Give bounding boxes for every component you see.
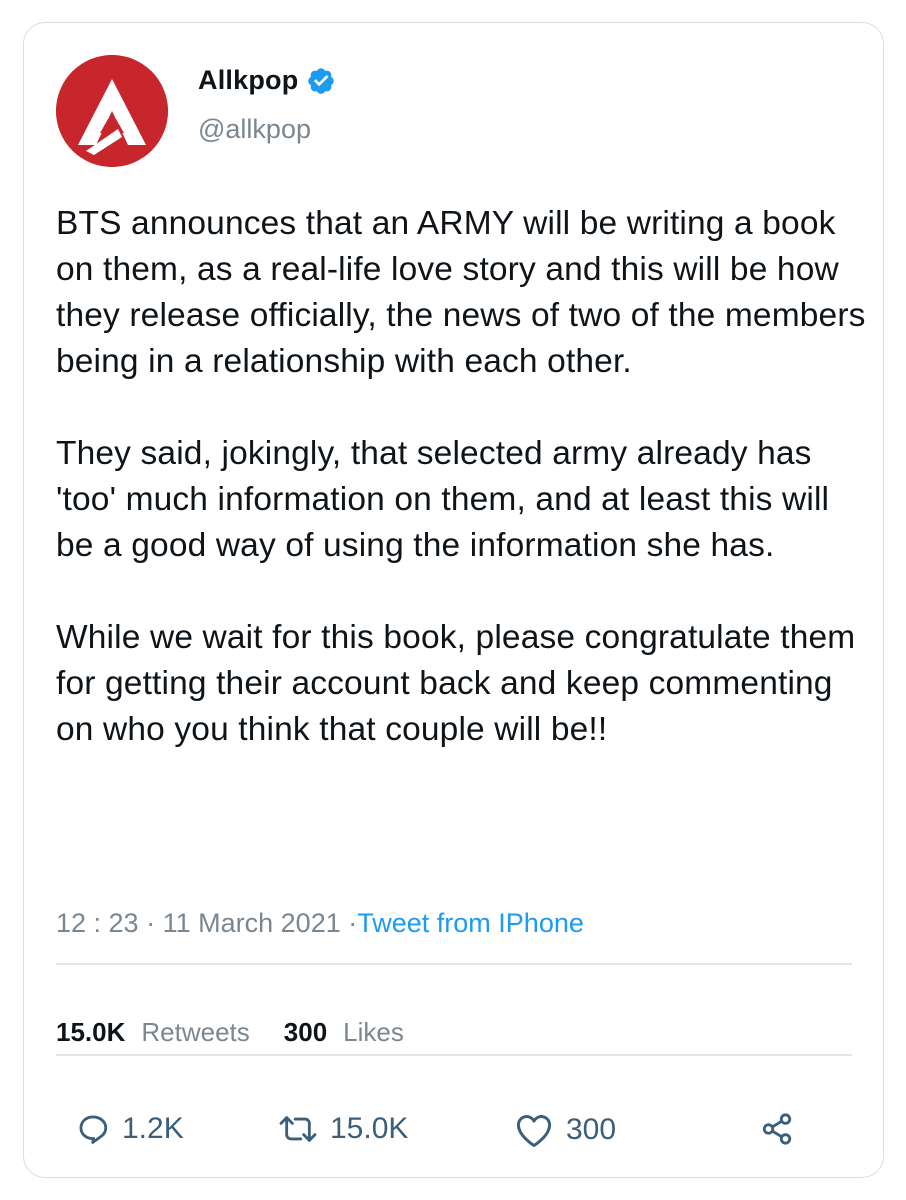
tweet-text: BTS announces that an ARMY will be writi… <box>56 201 866 753</box>
retweet-button[interactable]: 15.0K <box>278 1112 408 1146</box>
tweet-date[interactable]: 11 March 2021 <box>163 908 341 938</box>
action-bar: 1.2K 15.0K 300 <box>24 1112 883 1158</box>
divider <box>56 1054 852 1056</box>
tweet-card: Allkpop @allkpop BTS announces that an A… <box>23 22 884 1178</box>
account-names: Allkpop @allkpop <box>198 65 336 145</box>
likes-count[interactable]: 300 <box>284 1017 327 1048</box>
like-button[interactable]: 300 <box>514 1112 616 1148</box>
tweet-paragraph: BTS announces that an ARMY will be writi… <box>56 205 866 380</box>
meta-separator: · <box>348 908 358 938</box>
reply-count: 1.2K <box>122 1112 184 1145</box>
share-icon <box>762 1113 792 1145</box>
likes-label[interactable]: Likes <box>343 1017 404 1048</box>
account-handle[interactable]: @allkpop <box>198 114 336 145</box>
retweets-count[interactable]: 15.0K <box>56 1017 125 1048</box>
tweet-header: Allkpop @allkpop <box>56 55 336 167</box>
heart-icon <box>516 1115 552 1148</box>
tweet-paragraph: They said, jokingly, that selected army … <box>56 435 830 564</box>
retweet-count: 15.0K <box>330 1112 409 1145</box>
reply-button[interactable]: 1.2K <box>76 1112 184 1146</box>
tweet-metadata: 12 : 23 · 11 March 2021 ·Tweet from IPho… <box>56 908 584 939</box>
verified-badge-icon <box>306 66 336 96</box>
display-name[interactable]: Allkpop <box>198 65 298 96</box>
like-count: 300 <box>566 1113 617 1146</box>
retweets-label[interactable]: Retweets <box>141 1017 249 1048</box>
tweet-paragraph: While we wait for this book, please cong… <box>56 619 856 748</box>
engagement-stats: 15.0K Retweets 300 Likes <box>56 1017 404 1048</box>
tweet-source-link[interactable]: Tweet from IPhone <box>357 908 584 938</box>
tweet-time[interactable]: 12 : 23 <box>56 908 139 938</box>
allkpop-logo-icon <box>56 55 168 167</box>
retweet-icon <box>279 1116 317 1142</box>
share-button[interactable] <box>760 1112 794 1146</box>
reply-icon <box>79 1115 108 1144</box>
avatar[interactable] <box>56 55 168 167</box>
divider <box>56 963 852 965</box>
meta-separator: · <box>146 908 156 938</box>
